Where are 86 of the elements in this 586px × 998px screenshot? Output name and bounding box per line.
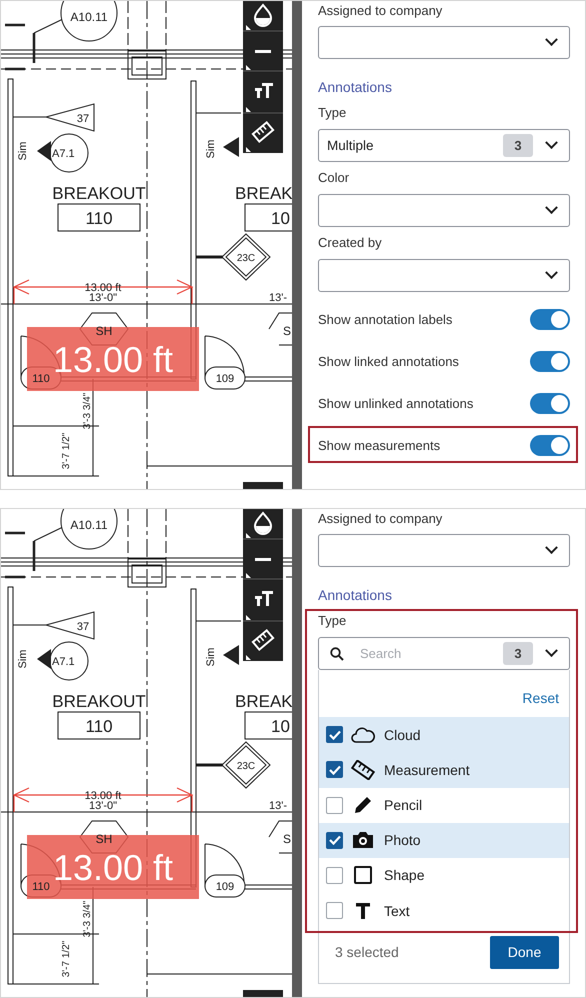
- dimension-label: 13'-0": [88, 800, 118, 812]
- toggle-switch[interactable]: [530, 308, 570, 330]
- sheet-reference: A10.11: [70, 10, 108, 24]
- text-size-icon[interactable]: [255, 83, 273, 98]
- measurement-line[interactable]: [12, 279, 194, 304]
- section-heading: Annotations: [318, 78, 392, 97]
- search-box[interactable]: Search 3: [318, 637, 570, 670]
- option-item[interactable]: Shape: [319, 858, 569, 893]
- hex-tag: SH: [96, 832, 112, 846]
- toggle-switch[interactable]: [530, 392, 570, 414]
- company-select[interactable]: [318, 26, 570, 59]
- sim-label: Sim: [17, 142, 29, 160]
- option-item[interactable]: Cloud: [319, 717, 569, 752]
- room-number: 110: [85, 209, 113, 228]
- sim-label: Sim: [205, 140, 217, 158]
- measurement-highlight[interactable]: [27, 327, 199, 391]
- wall-tag: 23C: [236, 253, 256, 264]
- company-select[interactable]: [318, 534, 570, 567]
- count-badge: 3: [503, 134, 533, 157]
- dimension-label: 3'-7 1/2": [61, 940, 72, 978]
- type-select[interactable]: Multiple 3: [318, 129, 570, 162]
- ruler-icon[interactable]: [251, 120, 275, 144]
- search-field[interactable]: Search: [358, 645, 482, 662]
- drop-icon[interactable]: [254, 4, 272, 27]
- toggle-label: Show linked annotations: [318, 354, 459, 368]
- checkbox[interactable]: [326, 832, 343, 849]
- wall-tag: 23C: [236, 761, 256, 772]
- checkbox[interactable]: [326, 726, 343, 744]
- select-value: Multiple: [327, 138, 374, 153]
- reset-link[interactable]: Reset: [522, 688, 559, 708]
- sim-label: Sim: [17, 650, 29, 668]
- tag-label: 37: [76, 621, 90, 633]
- option-item[interactable]: Pencil: [319, 788, 569, 823]
- done-button[interactable]: Done: [490, 936, 559, 969]
- checkbox[interactable]: [326, 796, 343, 814]
- field-label: Assigned to company: [318, 2, 442, 20]
- sheet-reference: A10.11: [70, 518, 108, 532]
- toggle-label: Show annotation labels: [318, 312, 452, 326]
- drop-icon[interactable]: [254, 512, 272, 535]
- room-number: 10: [271, 717, 290, 736]
- room-name: BREAKOUT: [52, 184, 146, 203]
- ruler-icon: [351, 760, 375, 780]
- text-size-icon[interactable]: [255, 591, 273, 606]
- option-item[interactable]: Text: [319, 892, 569, 928]
- checkbox[interactable]: [326, 761, 343, 778]
- toggle-label: Show measurements: [318, 438, 440, 452]
- count-badge: 3: [503, 642, 533, 665]
- section-marker-icon: [223, 137, 239, 157]
- toggle-switch[interactable]: [530, 350, 570, 372]
- checkbox[interactable]: [326, 866, 343, 884]
- section-marker-icon: [223, 645, 239, 665]
- measurement-highlight[interactable]: [27, 835, 199, 899]
- hex-tag: S: [283, 324, 292, 338]
- dimension-label: 13'-: [269, 800, 287, 812]
- checkbox[interactable]: [326, 902, 343, 920]
- ruler-icon[interactable]: [251, 628, 275, 652]
- field-label: Assigned to company: [318, 510, 442, 528]
- dimension-label: 13'-0": [88, 292, 118, 304]
- search-icon: [330, 646, 344, 660]
- dimension-label: 3'-7 1/2": [61, 432, 72, 470]
- hex-tag: S: [283, 832, 292, 846]
- room-number: 110: [85, 717, 113, 736]
- tag-label: 37: [76, 113, 90, 125]
- dimension-label: 13'-: [269, 292, 287, 304]
- filter-select[interactable]: [318, 259, 570, 292]
- option-item[interactable]: Measurement: [319, 752, 569, 788]
- toggle-label: Show unlinked annotations: [318, 396, 474, 410]
- detail-reference: A7.1: [52, 656, 75, 668]
- measurement-line[interactable]: [12, 787, 194, 812]
- field-label: Created by: [318, 234, 382, 252]
- selection-count: 3 selected: [335, 944, 399, 960]
- room-name: BREAKOUT: [52, 692, 146, 711]
- camera-icon: [351, 830, 375, 850]
- detail-reference: A7.1: [52, 148, 75, 160]
- section-heading: Annotations: [318, 586, 392, 605]
- square-icon: [351, 865, 375, 886]
- filter-select[interactable]: [318, 194, 570, 227]
- cloud-icon: [351, 726, 375, 744]
- option-item[interactable]: Photo: [319, 822, 569, 858]
- toggle-switch[interactable]: [530, 434, 570, 456]
- field-label: Color: [318, 169, 350, 187]
- room-number: 10: [271, 209, 290, 228]
- hex-tag: SH: [96, 324, 112, 338]
- field-label: Type: [318, 104, 346, 122]
- sim-label: Sim: [205, 648, 217, 666]
- field-label: Type: [318, 612, 346, 630]
